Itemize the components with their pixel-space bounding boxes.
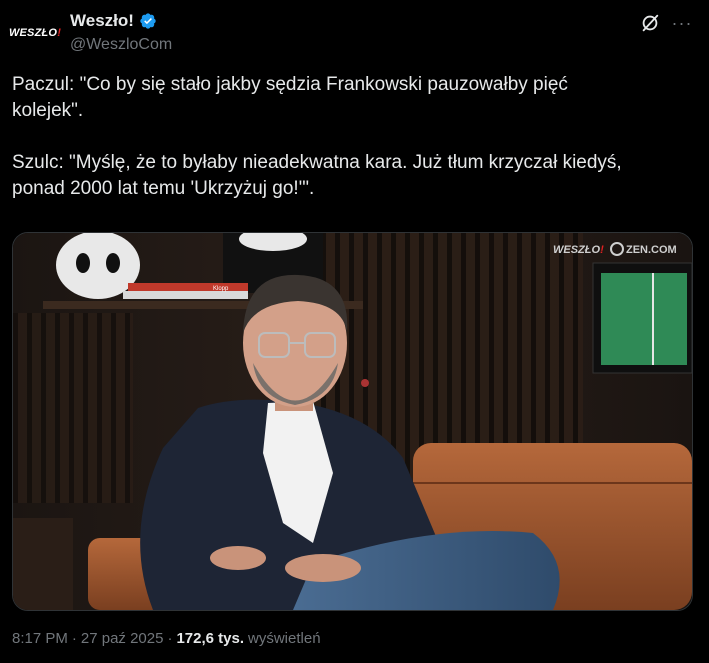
tweet-text: Paczul: "Co by się stało jakby sędzia Fr… bbox=[12, 74, 622, 199]
watermark-zen: ZEN.COM bbox=[626, 244, 677, 256]
views-label: wyświetleń bbox=[248, 630, 321, 647]
grok-icon bbox=[642, 14, 659, 32]
separator: · bbox=[167, 630, 173, 647]
watermark-weszlo: WESZŁO! bbox=[553, 244, 604, 256]
separator: · bbox=[71, 630, 77, 647]
tweet-date[interactable]: 27 paź 2025 bbox=[81, 630, 164, 647]
more-icon: ··· bbox=[671, 12, 693, 33]
name-row: Weszło! bbox=[70, 11, 157, 31]
tweet-time[interactable]: 8:17 PM bbox=[12, 630, 68, 647]
views-count: 172,6 tys. bbox=[176, 630, 245, 647]
more-button[interactable]: ··· bbox=[668, 10, 696, 36]
verified-badge-icon[interactable] bbox=[139, 12, 157, 30]
display-name[interactable]: Weszło! bbox=[70, 11, 134, 31]
book-label: Klopp bbox=[213, 286, 229, 292]
user-handle[interactable]: @WeszloCom bbox=[70, 36, 172, 54]
tweet-meta: 8:17 PM · 27 paź 2025 · 172,6 tys. wyświ… bbox=[12, 630, 321, 647]
avatar-logo: WESZŁO! bbox=[8, 27, 62, 39]
avatar[interactable]: WESZŁO! bbox=[8, 14, 62, 52]
tweet-header: WESZŁO! Weszło! @WeszloCom ··· bbox=[0, 0, 709, 64]
grok-button[interactable] bbox=[637, 10, 663, 36]
tweet-media-image[interactable]: Klopp WESZŁO! ZEN.COM bbox=[12, 232, 693, 611]
